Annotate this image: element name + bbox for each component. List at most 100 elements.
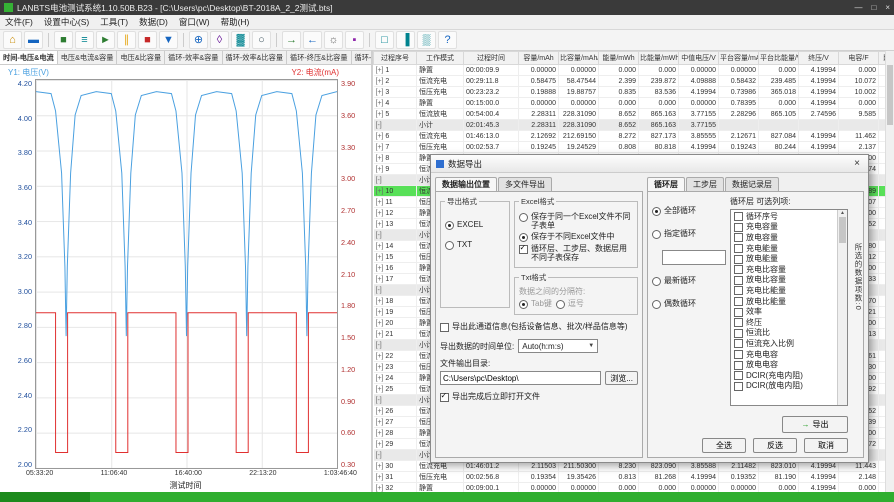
group-row[interactable]: [-] 小计02:01:45.32.28311228.310908.652865… xyxy=(374,120,894,131)
row-expander-icon[interactable]: [-] xyxy=(376,397,382,404)
row-expander-icon[interactable]: [+] xyxy=(376,221,384,228)
column-header[interactable]: 过程序号 xyxy=(374,52,417,65)
row-expander-icon[interactable]: [+] xyxy=(376,78,384,85)
view-tab[interactable]: 时间-电压&电流 xyxy=(0,51,58,64)
scrollbar-thumb[interactable] xyxy=(887,65,893,125)
table-scrollbar[interactable] xyxy=(885,51,894,492)
row-expander-icon[interactable]: [+] xyxy=(376,155,384,162)
cancel-button[interactable]: 取消 xyxy=(804,438,848,453)
row-expander-icon[interactable]: [+] xyxy=(376,375,384,382)
excel-option[interactable]: 保存于不同Excel文件中 xyxy=(519,232,633,242)
column-option[interactable]: 充电电容 xyxy=(734,349,836,360)
row-expander-icon[interactable]: [+] xyxy=(376,419,384,426)
grid-view-icon[interactable]: ⊕ xyxy=(189,31,208,49)
column-header[interactable]: 过程时间 xyxy=(464,52,519,65)
report-icon[interactable]: ▪ xyxy=(345,31,364,49)
row-expander-icon[interactable]: [-] xyxy=(376,232,382,239)
format-option[interactable]: EXCEL xyxy=(445,220,505,230)
dialog-tab[interactable]: 多文件导出 xyxy=(498,177,552,191)
dialog-layer-tab[interactable]: 工步层 xyxy=(686,177,724,191)
row-expander-icon[interactable]: [+] xyxy=(376,188,384,195)
view-tab[interactable]: 循环-平台 xyxy=(352,51,371,64)
column-option[interactable]: 循环序号 xyxy=(734,211,836,222)
view-tab[interactable]: 循环-效率&容量 xyxy=(165,51,222,64)
help-icon[interactable]: ? xyxy=(438,31,457,49)
row-expander-icon[interactable]: [+] xyxy=(376,320,384,327)
menu-item[interactable]: 窗口(W) xyxy=(179,16,210,28)
txt-separator-option[interactable]: 逗号 xyxy=(556,299,584,309)
row-expander-icon[interactable]: [+] xyxy=(376,265,384,272)
txt-separator-option[interactable]: Tab键 xyxy=(519,299,552,309)
column-option[interactable]: 放电容量 xyxy=(734,232,836,243)
export-data-icon[interactable]: → xyxy=(282,31,301,49)
row-expander-icon[interactable]: [+] xyxy=(376,463,384,470)
scroll-up-icon[interactable]: ▲ xyxy=(840,210,845,216)
save-icon[interactable]: ▬ xyxy=(24,31,43,49)
time-unit-select[interactable]: Auto(h:m:s) ▼ xyxy=(518,339,598,353)
maximize-button[interactable]: □ xyxy=(871,3,876,12)
channel-map-icon[interactable]: ≡ xyxy=(75,31,94,49)
row-expander-icon[interactable]: [+] xyxy=(376,309,384,316)
row-expander-icon[interactable]: [+] xyxy=(376,243,384,250)
plot-area[interactable] xyxy=(35,79,338,469)
table-row[interactable]: [+] 4静置00:15:00.00.000000.000000.0000.00… xyxy=(374,98,894,109)
column-header[interactable]: 容量/mAh xyxy=(519,52,559,65)
row-expander-icon[interactable]: [-] xyxy=(376,122,382,129)
open-after-export-check[interactable]: 导出完成后立即打开文件 xyxy=(440,392,638,402)
row-expander-icon[interactable]: [+] xyxy=(376,144,384,151)
row-expander-icon[interactable]: [+] xyxy=(376,441,384,448)
table-row[interactable]: [+] 31恒压充电00:02:56.80.1935419.354260.813… xyxy=(374,472,894,483)
table-row[interactable]: [+] 3恒压充电00:23:23.20.1988819.887570.8358… xyxy=(374,87,894,98)
row-expander-icon[interactable]: [+] xyxy=(376,199,384,206)
row-expander-icon[interactable]: [+] xyxy=(376,331,384,338)
list-scrollbar-thumb[interactable] xyxy=(839,217,846,243)
view-tab[interactable]: 循环-终压&比容量 xyxy=(287,51,352,64)
menu-item[interactable]: 设置中心(S) xyxy=(44,16,89,28)
row-expander-icon[interactable]: [+] xyxy=(376,276,384,283)
row-expander-icon[interactable]: [+] xyxy=(376,67,384,74)
row-expander-icon[interactable]: [+] xyxy=(376,111,384,118)
column-option[interactable]: 恒流比 xyxy=(734,328,836,339)
cycle-scope-option[interactable]: 指定循环 xyxy=(652,229,726,239)
table-row[interactable]: [+] 7恒压充电00:02:53.70.1924519.245290.8088… xyxy=(374,142,894,153)
column-option[interactable]: 放电比容量 xyxy=(734,275,836,286)
column-option[interactable]: 终压 xyxy=(734,317,836,328)
resume-channel-icon[interactable]: ▼ xyxy=(159,31,178,49)
table-row[interactable]: [+] 6恒流充电01:46:13.02.12692212.691508.272… xyxy=(374,131,894,142)
minimize-button[interactable]: — xyxy=(854,3,862,12)
column-header[interactable]: 工作模式 xyxy=(417,52,464,65)
close-button[interactable]: × xyxy=(885,3,890,12)
table-row[interactable]: [+] 1静置00:00:09.90.000000.000000.0000.00… xyxy=(374,65,894,76)
select-all-button[interactable]: 全选 xyxy=(702,438,746,453)
column-option[interactable]: 放电比能量 xyxy=(734,296,836,307)
channel-info-check[interactable]: 导出此通道信息(包括设备信息、批次/样品信息等) xyxy=(440,322,638,332)
column-option[interactable]: DCIR(充电内阻) xyxy=(734,370,836,381)
column-header[interactable]: 电容/F xyxy=(839,52,879,65)
column-header[interactable]: 平台比能量/W xyxy=(759,52,799,65)
start-channel-icon[interactable]: ► xyxy=(96,31,115,49)
layout-quad-icon[interactable]: ▒ xyxy=(417,31,436,49)
view-tab[interactable]: 循环-效率&比容量 xyxy=(223,51,288,64)
output-dir-input[interactable] xyxy=(440,371,601,385)
view-tab[interactable]: 电压&比容量 xyxy=(117,51,165,64)
cycle-scope-option[interactable]: 偶数循环 xyxy=(652,299,726,309)
row-expander-icon[interactable]: [-] xyxy=(376,342,382,349)
column-option[interactable]: 恒流充入比例 xyxy=(734,338,836,349)
open-file-icon[interactable]: ⌂ xyxy=(3,31,22,49)
dialog-layer-tab[interactable]: 数据记录层 xyxy=(725,177,779,191)
chart-view-icon[interactable]: ◊ xyxy=(210,31,229,49)
column-header[interactable]: 比能量/mWh/g xyxy=(639,52,679,65)
zoom-icon[interactable]: ○ xyxy=(252,31,271,49)
row-expander-icon[interactable]: [+] xyxy=(376,254,384,261)
dialog-close-button[interactable]: × xyxy=(851,158,863,169)
row-expander-icon[interactable]: [+] xyxy=(376,364,384,371)
column-header[interactable]: 平台容量/mAh xyxy=(719,52,759,65)
settings-icon[interactable]: ☼ xyxy=(324,31,343,49)
row-expander-icon[interactable]: [-] xyxy=(376,287,382,294)
column-option[interactable]: 放电电容 xyxy=(734,359,836,370)
table-row[interactable]: [+] 32静置00:09:00.10.000000.000000.0000.0… xyxy=(374,483,894,493)
dialog-tab[interactable]: 数据输出位置 xyxy=(435,177,497,191)
column-header[interactable]: 能量/mWh xyxy=(599,52,639,65)
layout-split-icon[interactable]: ▐ xyxy=(396,31,415,49)
row-expander-icon[interactable]: [+] xyxy=(376,386,384,393)
